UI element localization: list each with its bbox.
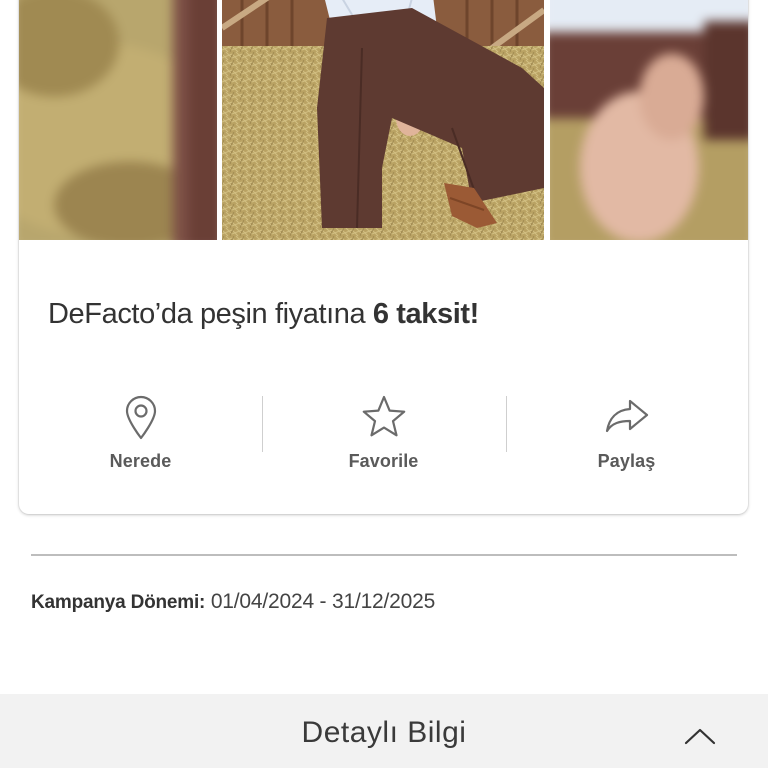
star-icon <box>361 394 407 440</box>
image-gallery[interactable] <box>19 0 748 240</box>
campaign-card: DeFacto’da peşin fiyatına 6 taksit! Nere… <box>19 0 748 514</box>
period-value: 01/04/2024 - 31/12/2025 <box>205 590 436 613</box>
where-button[interactable]: Nerede <box>19 386 262 476</box>
details-accordion[interactable]: Detaylı Bilgi <box>0 694 768 768</box>
favorite-label: Favorile <box>348 451 419 471</box>
share-button[interactable]: Paylaş <box>505 386 748 476</box>
action-bar: Nerede Favorile Paylaş <box>19 386 748 486</box>
campaign-headline: DeFacto’da peşin fiyatına 6 taksit! <box>48 298 479 331</box>
period-label: Kampanya Dönemi: <box>31 592 206 613</box>
details-title: Detaylı Bilgi <box>301 716 467 749</box>
divider <box>31 554 737 556</box>
gallery-image-center[interactable] <box>222 0 544 240</box>
campaign-period: Kampanya Dönemi: 01/04/2024 - 31/12/2025 <box>31 590 435 614</box>
gallery-image-left[interactable] <box>19 0 217 240</box>
share-arrow-icon <box>604 394 650 440</box>
where-label: Nerede <box>109 451 172 471</box>
headline-bold: 6 taksit! <box>372 298 479 330</box>
chevron-up-icon[interactable] <box>684 727 716 750</box>
favorite-button[interactable]: Favorile <box>262 386 505 476</box>
location-pin-icon <box>124 394 158 440</box>
gallery-image-right[interactable] <box>550 0 748 240</box>
headline-regular: DeFacto’da peşin fiyatına <box>48 298 373 330</box>
share-label: Paylaş <box>597 451 656 471</box>
